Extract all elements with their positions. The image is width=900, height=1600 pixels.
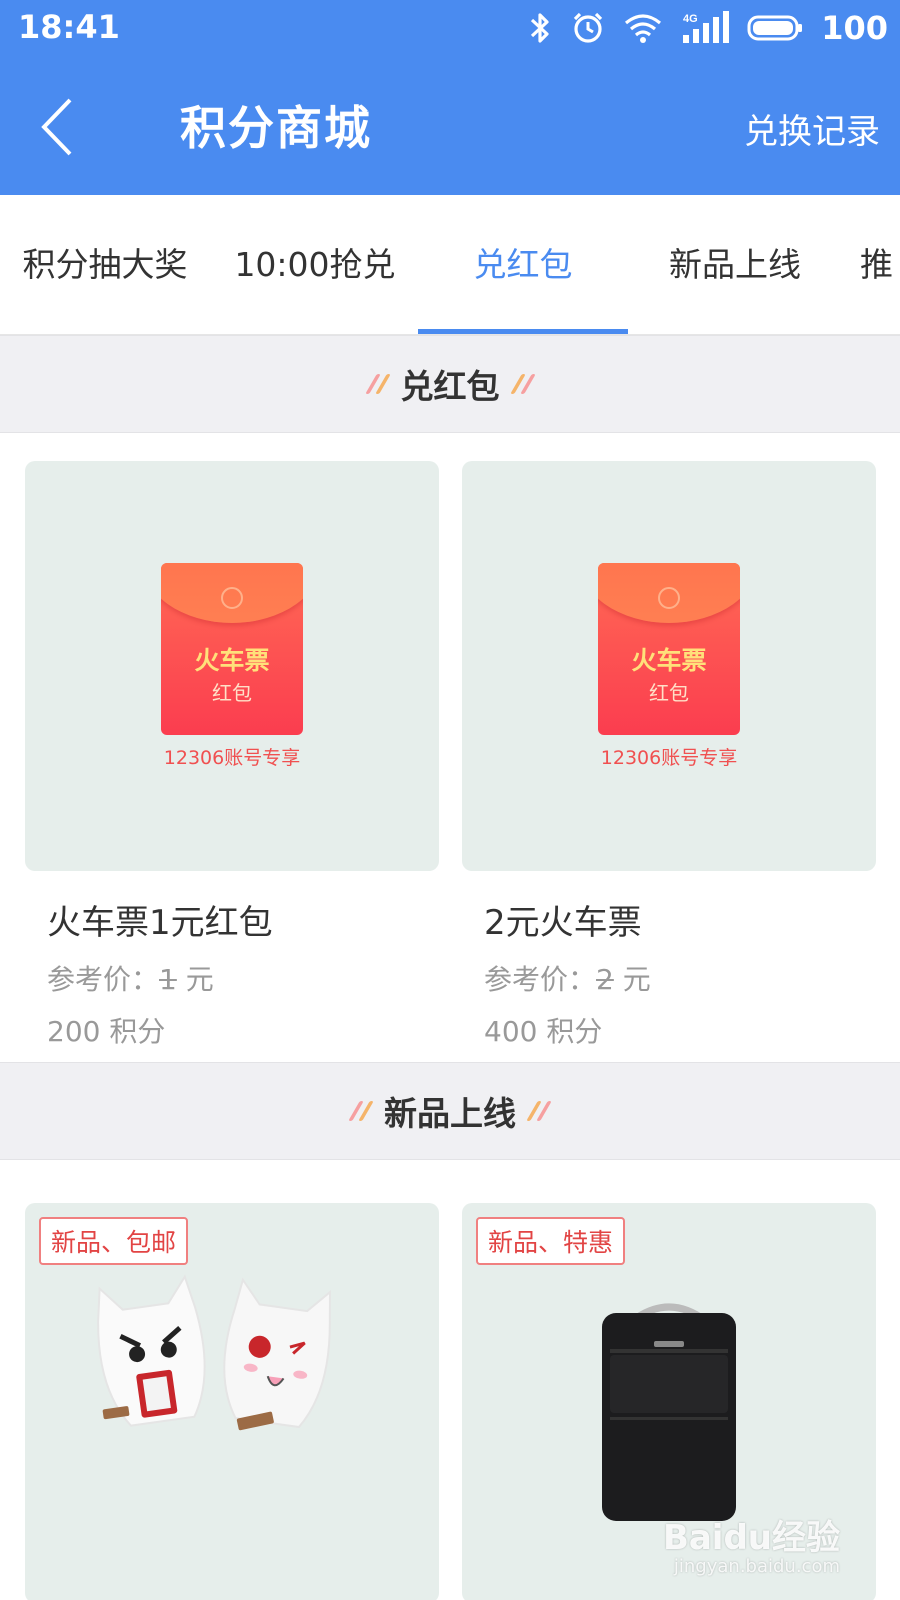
points-cost: 200 积分 xyxy=(47,1015,166,1048)
watermark-logo: Baidu经验 xyxy=(662,1518,840,1558)
section-deco-right xyxy=(526,1101,552,1121)
product-image: 火车票 红包 12306账号专享 xyxy=(25,461,439,871)
product-card-power-bank[interactable]: 新品、包邮 xyxy=(25,1203,439,1600)
svg-text:4G: 4G xyxy=(683,13,698,25)
category-tabs: 积分抽大奖 10:00抢兑 兑红包 新品上线 推 xyxy=(0,195,900,335)
product-name: 2元火车票 xyxy=(484,903,642,943)
active-tab-indicator xyxy=(418,329,628,334)
packet-title: 火车票 xyxy=(194,646,270,675)
packet-subtitle: 红包 xyxy=(212,681,252,705)
signal-icon: 4G xyxy=(683,11,730,43)
status-bar: 18:41 4G 100 xyxy=(0,0,900,56)
watermark-url: jingyan.baidu.com xyxy=(673,1556,840,1577)
cartoon-power-bank-image xyxy=(97,1274,332,1431)
product-image: 火车票 红包 12306账号专享 xyxy=(462,461,876,871)
packet-note: 12306账号专享 xyxy=(600,747,738,769)
packet-note: 12306账号专享 xyxy=(163,747,301,769)
section-title: 新品上线 xyxy=(384,1094,516,1133)
status-time: 18:41 xyxy=(18,8,120,46)
tab-lottery[interactable]: 积分抽大奖 xyxy=(20,195,190,334)
tab-red-packet[interactable]: 兑红包 xyxy=(418,195,628,334)
top-bar: 18:41 4G 100 积分商城 兑换记录 xyxy=(0,0,900,195)
bluetooth-icon xyxy=(531,13,549,43)
section-header-red-packet: 兑红包 xyxy=(0,335,900,433)
tab-recommend[interactable]: 推 xyxy=(860,195,900,334)
section-header-new-products: 新品上线 xyxy=(0,1062,900,1160)
status-icons: 4G 100 xyxy=(527,8,888,48)
exchange-record-button[interactable]: 兑换记录 xyxy=(744,104,880,153)
packet-title: 火车票 xyxy=(631,646,707,675)
tab-new-products[interactable]: 新品上线 xyxy=(640,195,830,334)
points-cost: 400 积分 xyxy=(484,1015,603,1048)
reference-price: 参考价：1 元 xyxy=(47,963,214,996)
product-name: 火车票1元红包 xyxy=(47,903,273,943)
page-title: 积分商城 xyxy=(180,101,372,155)
section-deco-left xyxy=(364,374,391,394)
red-packet-illustration: 火车票 红包 xyxy=(161,563,303,735)
product-image: 新品、包邮 xyxy=(25,1203,439,1600)
battery-icon xyxy=(747,15,803,41)
section-title: 兑红包 xyxy=(400,367,500,406)
chevron-left-icon xyxy=(41,98,72,156)
product-card-1yuan-packet[interactable]: 火车票 红包 12306账号专享 火车票1元红包 参考价：1 元 200 积分 xyxy=(25,461,439,1050)
battery-level: 100 xyxy=(821,9,888,47)
tab-flash-exchange[interactable]: 10:00抢兑 xyxy=(215,195,415,334)
back-button[interactable] xyxy=(28,92,88,162)
header: 积分商城 兑换记录 xyxy=(0,56,900,195)
section-deco-left xyxy=(348,1101,374,1121)
red-packet-illustration: 火车票 红包 xyxy=(598,563,740,735)
section-deco-right xyxy=(509,374,536,394)
alarm-icon xyxy=(574,12,603,43)
wifi-icon xyxy=(625,14,662,43)
reference-price: 参考价：2 元 xyxy=(484,963,651,996)
packet-subtitle: 红包 xyxy=(649,681,689,705)
product-card-2yuan-packet[interactable]: 火车票 红包 12306账号专享 2元火车票 参考价：2 元 400 积分 xyxy=(462,461,876,1050)
